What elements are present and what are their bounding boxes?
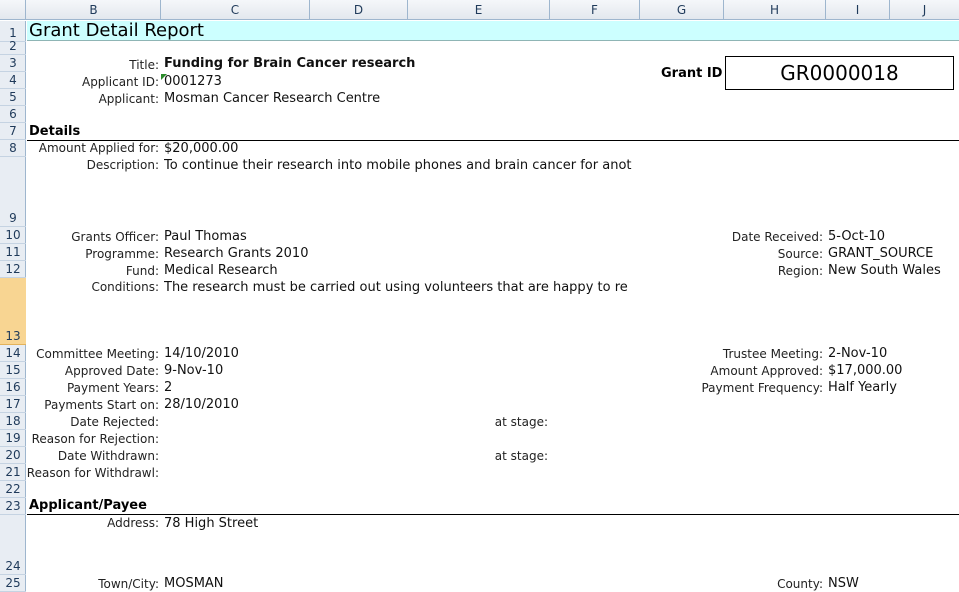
column-header-e[interactable]: E (408, 0, 550, 20)
row-header[interactable]: 23 (0, 498, 26, 515)
trustee-meeting-label: Trustee Meeting: (722, 347, 823, 361)
town-label: Town/City: (98, 577, 159, 591)
column-header-h[interactable]: H (724, 0, 826, 20)
payments-start-label: Payments Start on: (44, 398, 159, 412)
row-header[interactable]: 10 (0, 227, 26, 244)
grant-id-label: Grant ID (661, 66, 723, 81)
description-value[interactable]: To continue their research into mobile p… (164, 158, 640, 173)
source-value[interactable]: GRANT_SOURCE (828, 246, 933, 261)
column-header-d[interactable]: D (310, 0, 408, 20)
row-header-selected[interactable]: 13 (0, 278, 26, 345)
column-header-f[interactable]: F (550, 0, 640, 20)
column-header-i[interactable]: I (826, 0, 890, 20)
applicant-id-value[interactable]: 0001273 (164, 74, 222, 89)
row-header[interactable]: 24 (0, 515, 26, 575)
applicant-payee-heading: Applicant/Payee (29, 498, 147, 513)
column-header-g[interactable]: G (640, 0, 724, 20)
region-label: Region: (777, 264, 823, 278)
row-header[interactable]: 4 (0, 72, 26, 89)
worksheet-grid[interactable]: Grant Detail Report Title: Funding for B… (27, 21, 959, 592)
payment-years-label: Payment Years: (66, 381, 159, 395)
applicant-id-label: Applicant ID: (81, 75, 159, 89)
row-header[interactable]: 7 (0, 123, 26, 140)
row-header[interactable]: 2 (0, 39, 26, 55)
row-header[interactable]: 6 (0, 106, 26, 123)
withdrawn-at-stage-label: at stage: (494, 449, 548, 463)
row-header[interactable]: 11 (0, 244, 26, 261)
grants-officer-value[interactable]: Paul Thomas (164, 229, 247, 244)
row-header[interactable]: 22 (0, 481, 26, 498)
row-header[interactable]: 16 (0, 379, 26, 396)
reason-rejection-label: Reason for Rejection: (31, 432, 159, 446)
row-header[interactable]: 18 (0, 413, 26, 430)
row-header-bar: 1 2 3 4 5 6 7 8 9 10 11 12 13 14 15 16 1… (0, 21, 26, 592)
description-label: Description: (86, 158, 159, 172)
row-header[interactable]: 3 (0, 55, 26, 72)
date-received-label: Date Received: (731, 230, 823, 244)
row-header[interactable]: 8 (0, 140, 26, 157)
column-header-bar: B C D E F G H I J (0, 0, 959, 20)
date-rejected-label: Date Rejected: (70, 415, 159, 429)
row-header[interactable]: 25 (0, 575, 26, 592)
fund-value[interactable]: Medical Research (164, 263, 278, 278)
row-header[interactable]: 14 (0, 345, 26, 362)
trustee-meeting-value[interactable]: 2-Nov-10 (828, 346, 887, 361)
title-value[interactable]: Funding for Brain Cancer research (164, 56, 415, 71)
fund-label: Fund: (125, 264, 159, 278)
date-received-value[interactable]: 5-Oct-10 (828, 229, 885, 244)
row-header[interactable]: 9 (0, 157, 26, 227)
applicant-label: Applicant: (98, 92, 159, 106)
conditions-value[interactable]: The research must be carried out using v… (164, 280, 640, 295)
programme-label: Programme: (85, 247, 159, 261)
address-value[interactable]: 78 High Street (164, 516, 258, 531)
county-value[interactable]: NSW (828, 576, 859, 591)
committee-meeting-value[interactable]: 14/10/2010 (164, 346, 239, 361)
amount-applied-value[interactable]: $20,000.00 (164, 141, 238, 156)
row-header[interactable]: 5 (0, 89, 26, 106)
grants-officer-label: Grants Officer: (71, 230, 159, 244)
select-all-corner[interactable] (0, 0, 26, 20)
address-label: Address: (107, 516, 159, 530)
row-header[interactable]: 21 (0, 464, 26, 481)
committee-meeting-label: Committee Meeting: (36, 347, 159, 361)
applicant-payee-divider (27, 514, 959, 515)
row-header[interactable]: 15 (0, 362, 26, 379)
amount-approved-value[interactable]: $17,000.00 (828, 363, 902, 378)
column-header-b[interactable]: B (27, 0, 161, 20)
row-header[interactable]: 17 (0, 396, 26, 413)
report-title-band: Grant Detail Report (27, 21, 959, 41)
report-title: Grant Detail Report (29, 21, 204, 41)
title-label: Title: (129, 58, 159, 72)
approved-date-label: Approved Date: (64, 364, 159, 378)
reason-withdrawl-label: Reason for Withdrawl: (27, 466, 159, 480)
column-header-j[interactable]: J (890, 0, 959, 20)
row-header[interactable]: 20 (0, 447, 26, 464)
payment-frequency-label: Payment Frequency: (701, 381, 823, 395)
source-label: Source: (777, 247, 823, 261)
payments-start-value[interactable]: 28/10/2010 (164, 397, 239, 412)
details-heading: Details (29, 124, 81, 139)
column-header-c[interactable]: C (161, 0, 310, 20)
payment-frequency-value[interactable]: Half Yearly (828, 380, 897, 395)
amount-approved-label: Amount Approved: (710, 364, 823, 378)
rejected-at-stage-label: at stage: (494, 415, 548, 429)
grant-id-value[interactable]: GR0000018 (725, 56, 954, 90)
date-withdrawn-label: Date Withdrawn: (57, 449, 159, 463)
conditions-label: Conditions: (91, 280, 159, 294)
county-label: County: (777, 577, 823, 591)
town-value[interactable]: MOSMAN (164, 576, 224, 591)
row-header[interactable]: 19 (0, 430, 26, 447)
payment-years-value[interactable]: 2 (164, 380, 172, 395)
row-header[interactable]: 12 (0, 261, 26, 278)
approved-date-value[interactable]: 9-Nov-10 (164, 363, 223, 378)
programme-value[interactable]: Research Grants 2010 (164, 246, 308, 261)
amount-applied-label: Amount Applied for: (38, 141, 159, 155)
region-value[interactable]: New South Wales (828, 263, 941, 278)
applicant-value[interactable]: Mosman Cancer Research Centre (164, 91, 380, 106)
